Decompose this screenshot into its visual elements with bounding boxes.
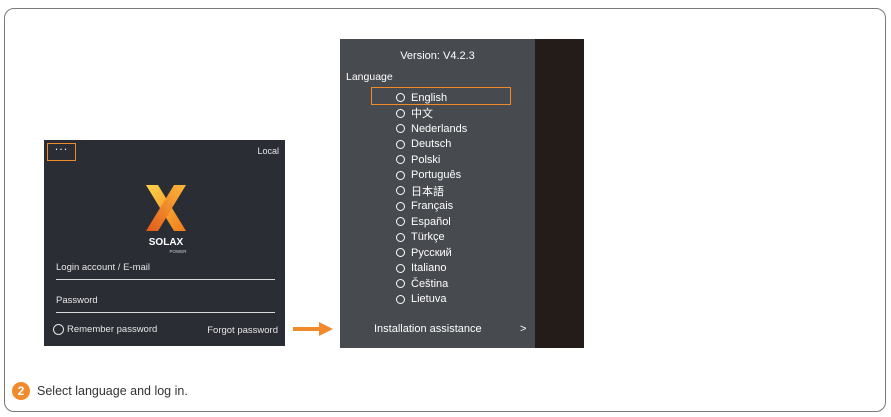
language-option[interactable]: Türkçe bbox=[396, 230, 467, 246]
radio-icon bbox=[396, 139, 405, 149]
language-option[interactable]: Español bbox=[396, 214, 467, 230]
language-label: Français bbox=[411, 200, 454, 213]
radio-icon bbox=[396, 294, 405, 304]
chevron-right-icon[interactable]: > bbox=[520, 323, 526, 335]
remember-password-toggle[interactable]: Remember password bbox=[53, 324, 157, 335]
language-label: Deutsch bbox=[411, 138, 452, 151]
language-option[interactable]: Français bbox=[396, 199, 467, 215]
language-label: Italiano bbox=[411, 262, 447, 275]
radio-icon bbox=[396, 108, 405, 118]
more-menu-button[interactable]: ··· bbox=[47, 143, 76, 161]
radio-icon bbox=[396, 124, 405, 134]
account-field-underline[interactable] bbox=[56, 279, 275, 280]
language-option[interactable]: 日本語 bbox=[396, 183, 467, 199]
solax-logo: SOLAX POWER bbox=[140, 183, 192, 257]
language-option[interactable]: Lietuva bbox=[396, 292, 467, 308]
brand-text: SOLAX bbox=[149, 237, 184, 248]
installation-assistance-item[interactable]: Installation assistance bbox=[374, 323, 482, 335]
radio-icon bbox=[53, 324, 64, 335]
radio-icon bbox=[396, 170, 405, 180]
language-option[interactable]: Русский bbox=[396, 245, 467, 261]
language-option[interactable]: Polski bbox=[396, 152, 467, 168]
language-label: Polski bbox=[411, 153, 441, 166]
arrow-right-icon bbox=[293, 322, 333, 336]
language-option[interactable]: Deutsch bbox=[396, 137, 467, 153]
radio-icon bbox=[396, 248, 405, 258]
language-label: Español bbox=[411, 215, 451, 228]
step-caption: 2 Select language and log in. bbox=[12, 382, 188, 400]
remember-password-label: Remember password bbox=[67, 324, 158, 335]
language-menu: Version: V4.2.3 Language English 中文 Nederl… bbox=[340, 39, 535, 348]
language-label: Lietuva bbox=[411, 293, 447, 306]
forgot-password-link[interactable]: Forgot password bbox=[207, 325, 278, 336]
step-text: Select language and log in. bbox=[37, 384, 188, 398]
radio-icon bbox=[396, 263, 405, 273]
language-option[interactable]: 中文 bbox=[396, 106, 467, 122]
language-label: Nederlands bbox=[411, 122, 468, 135]
account-field-label[interactable]: Login account / E-mail bbox=[56, 262, 150, 273]
language-option[interactable]: English bbox=[396, 90, 467, 106]
language-label: Português bbox=[411, 169, 462, 182]
login-screen: ··· Local SOLAX POWER Login account / E-… bbox=[44, 140, 285, 346]
radio-icon bbox=[396, 155, 405, 165]
language-label: Čeština bbox=[411, 277, 449, 290]
password-field-label[interactable]: Password bbox=[56, 295, 98, 306]
menu-backdrop bbox=[535, 39, 584, 348]
radio-icon bbox=[396, 186, 405, 196]
radio-icon bbox=[396, 201, 405, 211]
local-label[interactable]: Local bbox=[257, 146, 279, 156]
language-heading: Language bbox=[346, 71, 393, 83]
language-label: Türkçe bbox=[411, 231, 445, 244]
language-label: 中文 bbox=[411, 108, 433, 121]
radio-icon bbox=[396, 217, 405, 227]
brand-subtext: POWER bbox=[169, 249, 187, 254]
step-number-badge: 2 bbox=[12, 382, 30, 400]
language-list: English 中文 Nederlands Deutsch Polski Portuguê… bbox=[396, 90, 467, 307]
radio-icon bbox=[396, 279, 405, 289]
version-label: Version: V4.2.3 bbox=[400, 50, 475, 62]
language-label: 日本語 bbox=[411, 185, 444, 198]
language-label: English bbox=[411, 91, 448, 104]
language-label: Русский bbox=[411, 246, 452, 259]
password-field-underline[interactable] bbox=[56, 312, 275, 313]
language-option[interactable]: Português bbox=[396, 168, 467, 184]
language-option[interactable]: Italiano bbox=[396, 261, 467, 277]
radio-icon bbox=[396, 93, 405, 103]
language-option[interactable]: Nederlands bbox=[396, 121, 467, 137]
language-option[interactable]: Čeština bbox=[396, 276, 467, 292]
radio-icon bbox=[396, 232, 405, 242]
